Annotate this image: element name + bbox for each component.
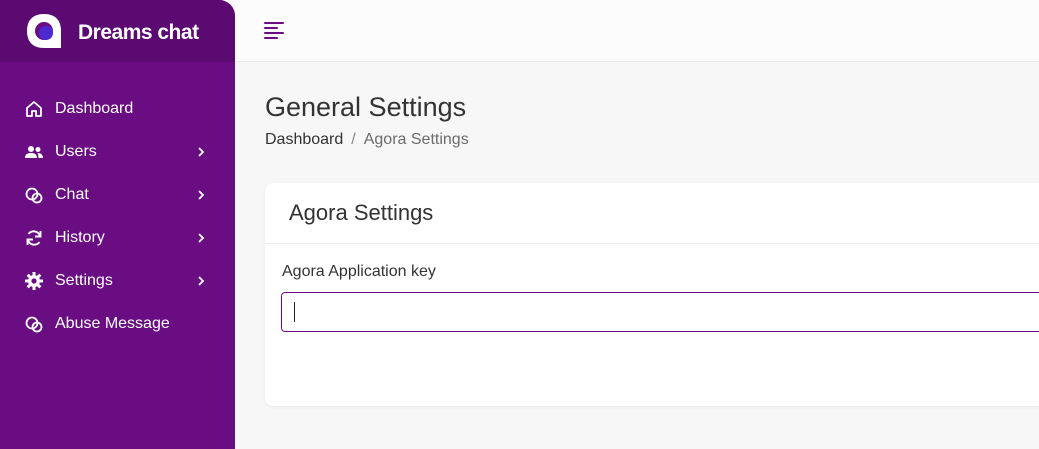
sidebar-item-dashboard[interactable]: Dashboard [0,87,235,130]
sidebar-item-label: Users [55,142,97,160]
sidebar-item-label: History [55,228,105,246]
sidebar-item-users[interactable]: Users [0,130,235,173]
chat-icon [24,314,44,334]
chat-icon [24,185,44,205]
page-title: General Settings [265,92,467,122]
card-title: Agora Settings [289,200,434,225]
chevron-right-icon [198,146,205,157]
sidebar-item-label: Dashboard [55,99,134,117]
refresh-icon [24,228,44,248]
chevron-right-icon [198,189,205,200]
gear-icon [24,271,44,291]
chevron-right-icon [198,232,205,243]
sidebar-menu: Dashboard Users Chat History Settings Ab… [0,87,235,345]
agora-settings-card: Agora Settings Agora Application key [265,183,1039,406]
sidebar-item-history[interactable]: History [0,216,235,259]
home-icon [24,99,44,119]
users-icon [24,142,44,162]
sidebar-item-label: Settings [55,271,113,289]
breadcrumb-separator: / [351,131,356,148]
breadcrumb: Dashboard / Agora Settings [265,131,469,149]
sidebar-item-chat[interactable]: Chat [0,173,235,216]
agora-key-label: Agora Application key [282,263,436,280]
agora-key-input[interactable] [281,292,1039,332]
sidebar-item-abuse-message[interactable]: Abuse Message [0,302,235,345]
hamburger-icon[interactable] [264,21,286,41]
brand-name[interactable]: Dreams chat [78,22,199,43]
logo-icon[interactable] [25,12,63,50]
breadcrumb-dashboard-link[interactable]: Dashboard [265,131,343,149]
card-header: Agora Settings [265,183,1039,244]
text-caret [294,302,295,322]
breadcrumb-current: Agora Settings [363,131,469,148]
chevron-right-icon [198,275,205,286]
sidebar-item-label: Abuse Message [55,314,170,332]
sidebar-item-label: Chat [55,185,89,203]
topbar [235,0,1039,62]
sidebar-item-settings[interactable]: Settings [0,259,235,302]
sidebar: Dreams chat Dashboard Users Chat History… [0,0,235,449]
brand-header: Dreams chat [0,0,235,62]
